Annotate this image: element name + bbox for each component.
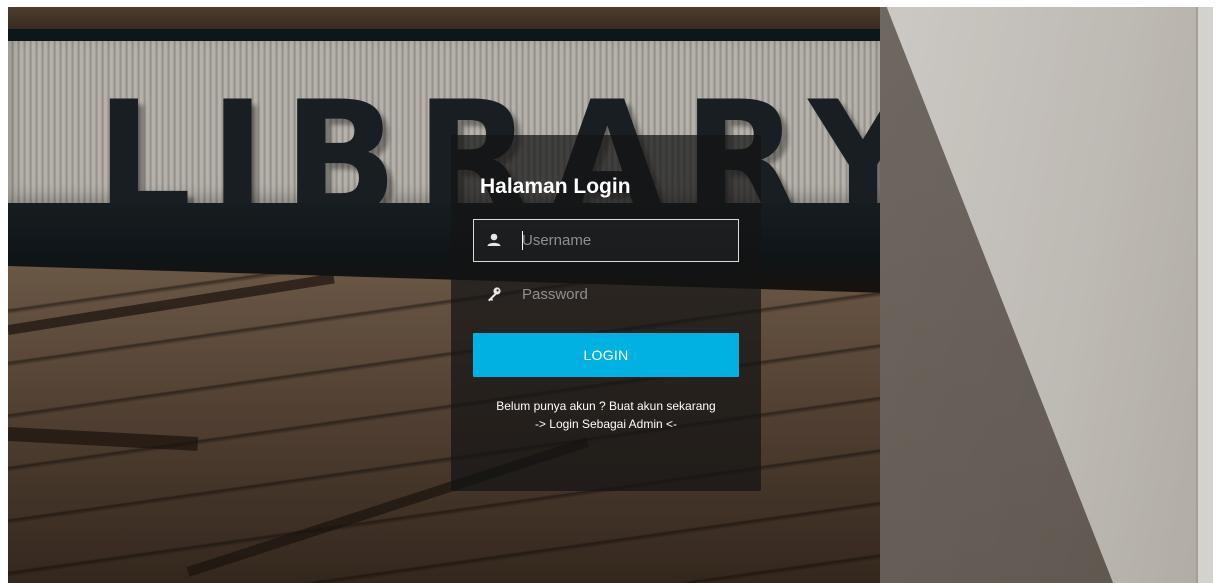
password-field[interactable] xyxy=(473,273,739,316)
register-link[interactable]: Belum punya akun ? Buat akun sekarang xyxy=(451,399,761,413)
login-title: Halaman Login xyxy=(480,175,631,198)
page-viewport: LIBRARY Halaman Login LOGIN Belum xyxy=(8,7,1213,583)
login-panel: Halaman Login LOGIN Belum punya akun ? B… xyxy=(451,135,761,491)
text-caret xyxy=(522,231,523,250)
username-field[interactable] xyxy=(473,219,739,262)
login-button[interactable]: LOGIN xyxy=(473,333,739,377)
user-icon xyxy=(487,233,501,246)
key-icon xyxy=(488,287,501,302)
admin-login-link[interactable]: -> Login Sebagai Admin <- xyxy=(451,417,761,431)
username-input[interactable] xyxy=(522,220,732,261)
password-input[interactable] xyxy=(522,274,732,315)
